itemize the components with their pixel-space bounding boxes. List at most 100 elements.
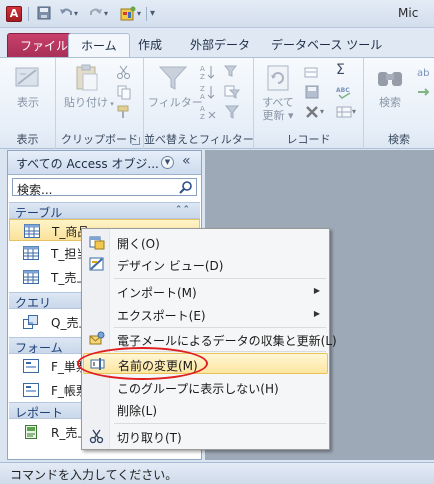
submenu-arrow-icon: ▶ [313,286,320,295]
nav-pane-title[interactable]: すべての Access オブジ... [16,155,159,172]
undo-dropdown-icon[interactable]: ▾ [74,6,78,22]
menu-item-delete[interactable]: 削除(L) [83,399,328,420]
menu-separator [114,423,326,424]
rename-icon [90,356,106,372]
sort-descending-icon[interactable]: ZA [200,84,216,101]
refresh-icon [262,62,294,94]
nav-pane-header[interactable]: すべての Access オブジ... ▼ « [8,151,201,175]
svg-text:ABC: ABC [336,87,350,94]
group-label-clipboard: クリップボード [61,133,138,146]
search-icon[interactable] [179,180,193,194]
open-icon [89,234,105,250]
filter-button[interactable]: フィルター [148,62,203,109]
nav-search-box[interactable]: 検索... [12,178,197,198]
new-record-icon[interactable] [304,64,320,80]
design-view-icon [89,256,105,272]
group-clipboard: 貼り付け ▾ クリップボード [56,58,144,149]
status-bar: コマンドを入力してください。 [0,462,434,484]
group-view: 表示 表示 [0,58,56,149]
filter-icon [157,62,189,94]
menu-separator [114,327,326,328]
submenu-arrow-icon: ▶ [313,309,320,318]
svg-text:A: A [200,65,205,73]
replace-icon[interactable]: ab [416,64,432,80]
window-title: Mic [398,6,419,20]
menu-item-design-view[interactable]: デザイン ビュー(D) [83,254,328,275]
group-sort-filter: フィルター AZ ZA AZ 並べ替えとフィルター [144,58,254,149]
group-records: すべて 更新 ▾ ▾ Σ ABC ▾ レコード [254,58,364,149]
group-label-records: レコード [286,133,331,146]
group-label-sort-filter: 並べ替えとフィルター [144,133,254,146]
collapse-pane-icon[interactable]: « [182,153,191,169]
svg-text:A: A [200,93,205,100]
qa-separator [28,7,29,21]
paste-button[interactable]: 貼り付け ▾ [64,62,114,111]
totals-icon[interactable]: Σ [336,62,345,78]
undo-icon[interactable] [58,6,74,22]
save-record-icon[interactable] [304,84,320,100]
sort-ascending-icon[interactable]: AZ [200,64,216,81]
menu-item-collect-data-email[interactable]: 電子メールによるデータの収集と更新(L) [83,329,337,350]
access-app-icon[interactable]: A [6,6,22,22]
table-icon [23,246,39,260]
status-text: コマンドを入力してください。 [10,468,178,482]
menu-item-open[interactable]: 開く(O) [83,232,328,253]
menu-item-import[interactable]: インポート(M) ▶ [83,281,328,302]
group-find: 検索 ab 検索 [364,58,434,149]
qa-separator [146,7,147,21]
toggle-filter-icon[interactable] [224,104,240,120]
svg-text:Z: Z [200,73,205,80]
chevron-down-icon[interactable]: ▼ [161,156,174,169]
format-painter-icon[interactable] [116,104,132,120]
more-dropdown-icon[interactable]: ▾ [352,107,356,116]
report-icon [23,425,39,439]
section-tables[interactable]: テーブル ⌃⌃ [9,202,200,220]
menu-item-hide-in-group[interactable]: このグループに表示しない(H) [83,377,328,398]
binoculars-icon [374,62,406,94]
menu-separator [114,351,326,352]
menu-item-export[interactable]: エクスポート(E) ▶ [83,304,328,325]
menu-item-cut[interactable]: 切り取り(T) [83,426,328,447]
collapse-section-icon[interactable]: ⌃⌃ [175,205,190,215]
query-icon [23,315,39,329]
group-label-view: 表示 [16,133,39,146]
delete-record-icon[interactable] [304,104,320,120]
delete-dropdown-icon[interactable]: ▾ [320,107,324,116]
cut-icon[interactable] [116,64,132,80]
view-button[interactable]: 表示 [10,62,46,109]
view-icon [12,62,44,94]
spelling-icon[interactable]: ABC [336,84,352,100]
advanced-filter-icon[interactable] [224,84,240,100]
tab-external-data[interactable]: 外部データ [178,33,262,58]
more-records-icon[interactable] [336,104,352,120]
selection-filter-icon[interactable] [223,64,240,80]
svg-text:A: A [200,105,205,113]
tab-database-tools[interactable]: データベース ツール [259,33,394,58]
clear-sort-icon[interactable]: AZ [200,104,216,121]
theme-dropdown-icon[interactable]: ▾ [137,6,141,22]
redo-dropdown-icon[interactable]: ▾ [104,6,108,22]
scissors-icon [89,428,105,444]
copy-icon[interactable] [116,84,132,100]
tab-home[interactable]: ホーム [68,33,130,59]
clipboard-dialog-launcher[interactable] [132,137,140,145]
email-collect-icon [89,331,105,347]
redo-icon[interactable] [88,6,104,22]
tab-create[interactable]: 作成 [126,33,174,58]
goto-icon[interactable] [416,84,432,100]
save-icon[interactable] [36,6,52,22]
group-label-find: 検索 [388,133,410,146]
svg-text:Z: Z [200,85,205,93]
customize-qat-icon[interactable]: ▾ [150,6,155,22]
table-icon [24,224,40,238]
ribbon-tab-bar: ファイル ホーム 作成 外部データ データベース ツール [0,28,434,59]
ribbon: 表示 表示 貼り付け ▾ クリップボード フィルター AZ Z A A Z 並べ… [0,57,434,149]
find-button[interactable]: 検索 [370,62,410,109]
form-icon [23,359,39,373]
search-input[interactable]: 検索... [17,181,52,198]
svg-text:ab: ab [417,68,429,79]
title-bar: A ▾ ▾ ▾ ▾ Mic [0,0,434,28]
menu-item-rename[interactable]: 名前の変更(M) [83,353,328,374]
theme-icon[interactable] [120,6,136,22]
refresh-all-button[interactable]: すべて 更新 ▾ [258,62,298,122]
